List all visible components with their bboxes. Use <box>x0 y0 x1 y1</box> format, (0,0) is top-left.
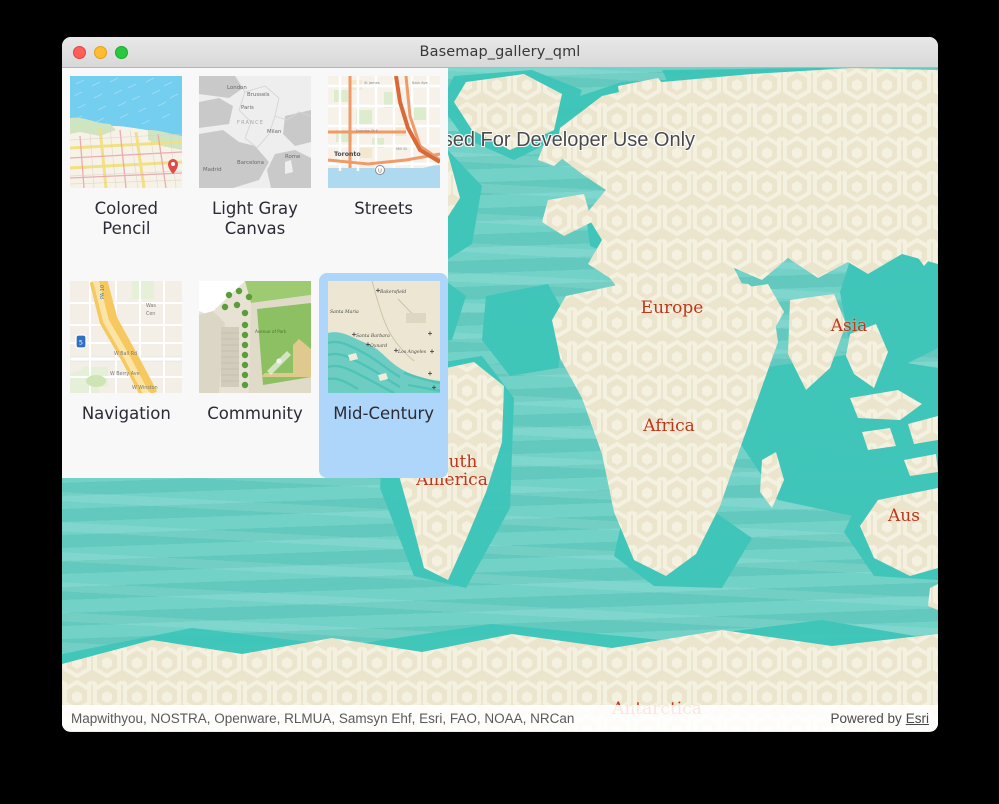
svg-text:U: U <box>378 169 382 175</box>
basemap-label: Navigation <box>81 404 171 423</box>
svg-text:Avenue of Park: Avenue of Park <box>255 329 287 334</box>
svg-text:Toronto: Toronto <box>334 151 361 158</box>
svg-text:Dundas St E: Dundas St E <box>356 129 379 133</box>
basemap-item-navigation[interactable]: 5 W Ball Rd W Berry Ave W Winston Was Ce… <box>62 273 191 478</box>
window-titlebar[interactable]: Basemap_gallery_qml <box>62 37 938 68</box>
thumbnail-navigation: 5 W Ball Rd W Berry Ave W Winston Was Ce… <box>70 281 183 393</box>
svg-text:Bakersfield: Bakersfield <box>379 289 406 295</box>
thumbnail-community: Avenue of Park <box>198 281 311 393</box>
svg-text:FRANCE: FRANCE <box>237 120 264 126</box>
basemap-gallery-grid: Colored Pencil London Brussels Paris Mil… <box>62 68 448 478</box>
basemap-gallery-panel[interactable]: Colored Pencil London Brussels Paris Mil… <box>62 68 448 478</box>
application-window: Basemap_gallery_qml Europe Asia Africa S… <box>62 37 938 732</box>
svg-text:PA 10: PA 10 <box>100 285 106 299</box>
attribution-bar: Mapwithyou, NOSTRA, Openware, RLMUA, Sam… <box>62 705 938 731</box>
powered-by: Powered by Esri <box>830 711 929 726</box>
window-content: Europe Asia Africa South America Aus Ant… <box>62 68 938 731</box>
basemap-item-streets[interactable]: U Toronto St James Bain Ave Dundas St E … <box>319 68 448 273</box>
minimize-button[interactable] <box>94 46 107 59</box>
thumbnail-streets: U Toronto St James Bain Ave Dundas St E … <box>327 76 440 188</box>
svg-text:Milan: Milan <box>267 129 281 135</box>
svg-text:W Berry Ave: W Berry Ave <box>110 371 140 377</box>
basemap-label: Community <box>207 404 303 423</box>
svg-text:Rome: Rome <box>285 154 301 160</box>
zoom-button[interactable] <box>115 46 128 59</box>
basemap-label: Colored Pencil <box>94 199 158 239</box>
svg-text:5: 5 <box>79 339 83 347</box>
svg-text:Santa Barbara: Santa Barbara <box>356 333 390 339</box>
svg-text:Mill St: Mill St <box>396 147 408 151</box>
attribution-sources: Mapwithyou, NOSTRA, Openware, RLMUA, Sam… <box>71 710 575 726</box>
svg-text:Oxnard: Oxnard <box>370 343 387 349</box>
basemap-label: Light Gray Canvas <box>212 199 298 239</box>
basemap-label: Mid-Century <box>333 404 435 423</box>
svg-text:London: London <box>227 85 247 91</box>
powered-by-label: Powered by <box>830 710 902 726</box>
svg-text:W Winston: W Winston <box>132 385 158 391</box>
basemap-item-mid-century[interactable]: Bakersfield Santa Maria Santa Barbara Ox… <box>319 273 448 478</box>
svg-text:Los Angeles: Los Angeles <box>397 349 427 355</box>
basemap-item-colored-pencil[interactable]: Colored Pencil <box>62 68 191 273</box>
svg-text:Paris: Paris <box>241 105 254 111</box>
svg-text:Barcelona: Barcelona <box>237 160 264 166</box>
svg-text:Brussels: Brussels <box>247 92 270 98</box>
svg-text:Cen: Cen <box>146 311 155 317</box>
svg-text:Madrid: Madrid <box>203 167 222 173</box>
close-button[interactable] <box>73 46 86 59</box>
basemap-item-light-gray-canvas[interactable]: London Brussels Paris Milan Rome Barcelo… <box>191 68 320 273</box>
basemap-label: Streets <box>354 199 414 218</box>
basemap-item-community[interactable]: Avenue of Park Community <box>191 273 320 478</box>
esri-link[interactable]: Esri <box>906 711 929 726</box>
window-controls <box>73 37 128 68</box>
svg-text:St James: St James <box>364 81 380 85</box>
svg-text:Bain Ave: Bain Ave <box>412 81 428 85</box>
svg-text:Santa Maria: Santa Maria <box>330 309 359 315</box>
window-title: Basemap_gallery_qml <box>419 44 581 60</box>
thumbnail-colored-pencil <box>70 76 183 188</box>
svg-text:Was: Was <box>146 303 156 309</box>
thumbnail-light-gray-canvas: London Brussels Paris Milan Rome Barcelo… <box>198 76 311 188</box>
svg-text:W Ball Rd: W Ball Rd <box>114 351 137 357</box>
thumbnail-mid-century: Bakersfield Santa Maria Santa Barbara Ox… <box>327 281 440 393</box>
